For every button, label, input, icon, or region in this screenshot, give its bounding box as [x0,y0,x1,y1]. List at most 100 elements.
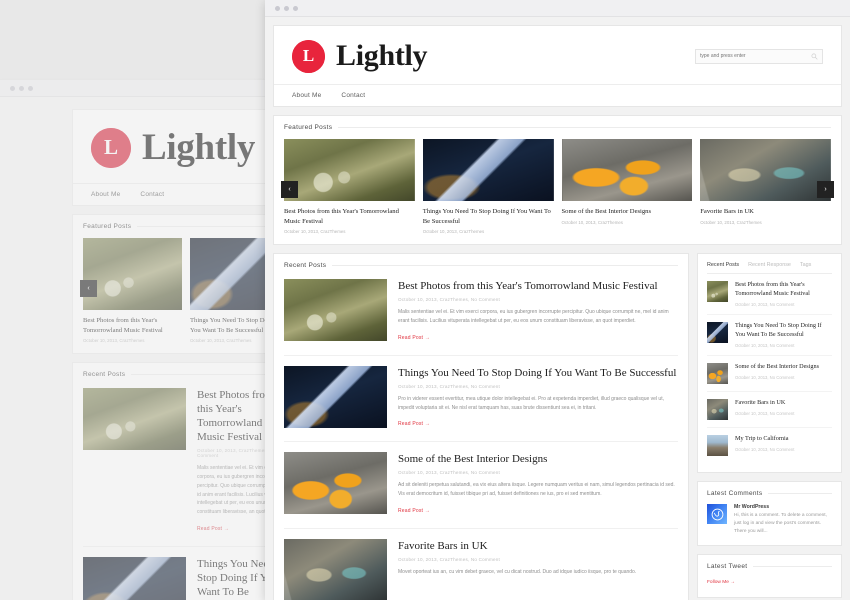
nav-item-about-me[interactable]: About Me [292,85,332,106]
maximize-dot-icon[interactable] [28,85,33,91]
site-logo-icon[interactable]: L [292,39,325,73]
sidebar-post-title[interactable]: Some of the Best Interior Designs [735,363,819,372]
post-row[interactable]: Things You Need To Stop Doing If You Wan… [284,356,678,443]
sidebar-post-meta: October 10, 2013, No Comment [735,411,795,417]
site-nav[interactable]: About Me Contact [274,84,841,106]
read-post-link[interactable]: Read Post → [398,335,430,341]
featured-posts-heading: Featured Posts [284,124,831,131]
bg-post-thumb[interactable] [83,556,186,600]
featured-thumb[interactable] [700,139,831,201]
close-dot-icon[interactable] [275,5,280,11]
window-controls[interactable] [10,85,33,91]
post-thumbnail[interactable] [284,452,387,515]
comment-author[interactable]: Mr WordPress [734,504,832,510]
carousel-next-icon[interactable]: › [817,181,834,198]
sidebar-post-thumb[interactable] [707,281,728,303]
tab-recent-response[interactable]: Recent Response [748,262,791,268]
sidebar-post-item[interactable]: Things You Need To Stop Doing If You Wan… [707,315,832,357]
search-input[interactable] [700,53,811,59]
featured-item[interactable]: Some of the Best Interior Designs Octobe… [561,139,693,234]
sidebar-post-title[interactable]: My Trip to California [735,435,794,444]
carousel-prev-icon[interactable]: ‹ [281,181,298,198]
sidebar-post-thumb[interactable] [707,435,728,457]
post-row[interactable]: Favorite Bars in UK October 10, 2013, Cr… [284,529,678,600]
maximize-dot-icon[interactable] [293,5,298,11]
post-title[interactable]: Best Photos from this Year's Tomorrowlan… [398,279,678,293]
sidebar-post-item[interactable]: My Trip to California October 10, 2013, … [707,428,832,463]
close-dot-icon[interactable] [10,85,15,91]
sidebar-tabs[interactable]: Recent Posts Recent Response Tags [707,262,832,275]
featured-item[interactable]: Favorite Bars in UK October 10, 2013, Cr… [700,139,831,234]
post-thumbnail[interactable] [284,279,387,342]
sidebar-post-thumb[interactable] [707,363,728,385]
bg-featured-title[interactable]: Best Photos from this Year's Tomorrowlan… [83,316,182,335]
featured-item[interactable]: Best Photos from this Year's Tomorrowlan… [284,139,415,234]
background-browser-window[interactable]: L Lightly About Me Contact Featured Post… [0,80,300,600]
sidebar-post-meta: October 10, 2013, No Comment [735,343,795,349]
search-box[interactable] [695,48,823,64]
main-column: Recent Posts Best Photos from this Year'… [273,253,689,600]
main-window-controls[interactable] [275,5,298,11]
search-icon[interactable] [811,53,818,60]
bg-featured-meta: October 10, 2013, CrazThemes [83,338,145,344]
post-title[interactable]: Things You Need To Stop Doing If You Wan… [398,366,678,380]
post-thumbnail[interactable] [284,365,387,428]
read-post-link[interactable]: Read Post → [398,421,430,427]
bg-featured-item[interactable]: Best Photos from this Year's Tomorrowlan… [83,238,182,343]
tab-tags[interactable]: Tags [800,262,811,268]
main-browser-window[interactable]: L Lightly About Me Contact Featured Po [265,0,850,600]
post-meta: October 10, 2013, CrazThemes, No Comment [398,556,500,562]
featured-thumb[interactable] [422,139,554,201]
sidebar-posts-widget: Recent Posts Recent Response Tags Best P… [697,253,842,474]
featured-item-title[interactable]: Favorite Bars in UK [700,207,831,217]
sidebar-post-title[interactable]: Best Photos from this Year's Tomorrowlan… [735,281,832,299]
bg-post-thumb[interactable] [83,388,186,451]
featured-item[interactable]: Things You Need To Stop Doing If You Wan… [422,139,554,235]
recent-posts-panel: Recent Posts Best Photos from this Year'… [273,253,689,600]
sidebar-post-thumb[interactable] [707,399,728,421]
sidebar-post-meta: October 10, 2013, No Comment [735,375,795,381]
featured-item-title[interactable]: Some of the Best Interior Designs [562,207,693,217]
bg-featured-thumb[interactable] [83,238,182,310]
post-title[interactable]: Favorite Bars in UK [398,539,678,553]
featured-item-meta: October 10, 2013, CrazThemes [422,229,485,235]
minimize-dot-icon[interactable] [284,5,289,11]
post-excerpt: Movet oporteat ius an, cu vim debet grae… [398,568,637,575]
post-meta: October 10, 2013, CrazThemes, No Comment [398,383,500,389]
carousel-prev-icon[interactable]: ‹ [80,280,97,297]
minimize-dot-icon[interactable] [19,85,24,91]
featured-carousel[interactable]: Best Photos from this Year's Tomorrowlan… [281,139,834,235]
bg-logo-icon[interactable]: L [91,127,131,168]
tab-recent-posts[interactable]: Recent Posts [707,262,739,268]
bg-featured-heading: Featured Posts [83,223,289,230]
nav-item-contact[interactable]: Contact [341,85,376,106]
post-row[interactable]: Best Photos from this Year's Tomorrowlan… [284,269,678,356]
latest-comments-widget: Latest Comments Mr WordPress Hi, this is… [697,481,842,547]
post-thumbnail[interactable] [284,538,387,600]
read-post-link[interactable]: Read Post → [398,508,430,514]
post-row[interactable]: Some of the Best Interior Designs Octobe… [284,442,678,529]
logo-letter: L [302,46,315,65]
bg-post-row[interactable]: Things You Need To Stop Doing If You Wan… [83,547,289,600]
follow-me-link[interactable]: Follow Me → [707,580,735,585]
featured-item-title[interactable]: Things You Need To Stop Doing If You Wan… [423,207,554,226]
featured-thumb[interactable] [561,139,693,201]
bg-featured-carousel[interactable]: Best Photos from this Year's Tomorrowlan… [80,238,289,343]
sidebar-post-title[interactable]: Favorite Bars in UK [735,399,794,408]
sidebar-post-item[interactable]: Some of the Best Interior Designs Octobe… [707,356,832,393]
sidebar: Recent Posts Recent Response Tags Best P… [697,253,842,600]
post-excerpt: Malis sententiae vel ei. Et vim exerci c… [398,309,669,324]
sidebar-post-title[interactable]: Things You Need To Stop Doing If You Wan… [735,322,832,340]
bg-read-post-link[interactable]: Read Post → [197,526,229,532]
post-title[interactable]: Some of the Best Interior Designs [398,452,678,466]
bg-nav-item-about-me[interactable]: About Me [91,184,131,205]
featured-item-title[interactable]: Best Photos from this Year's Tomorrowlan… [284,207,415,226]
bg-nav-item-contact[interactable]: Contact [140,184,175,205]
sidebar-post-item[interactable]: Favorite Bars in UK October 10, 2013, No… [707,392,832,429]
site-header: L Lightly About Me Contact [273,25,842,107]
featured-thumb[interactable] [284,139,415,201]
comment-item[interactable]: Mr WordPress Hi, this is a comment. To d… [707,504,832,536]
bg-post-row[interactable]: Best Photos from this Year's Tomorrowlan… [83,378,289,547]
sidebar-post-item[interactable]: Best Photos from this Year's Tomorrowlan… [707,274,832,316]
sidebar-post-thumb[interactable] [707,322,728,344]
